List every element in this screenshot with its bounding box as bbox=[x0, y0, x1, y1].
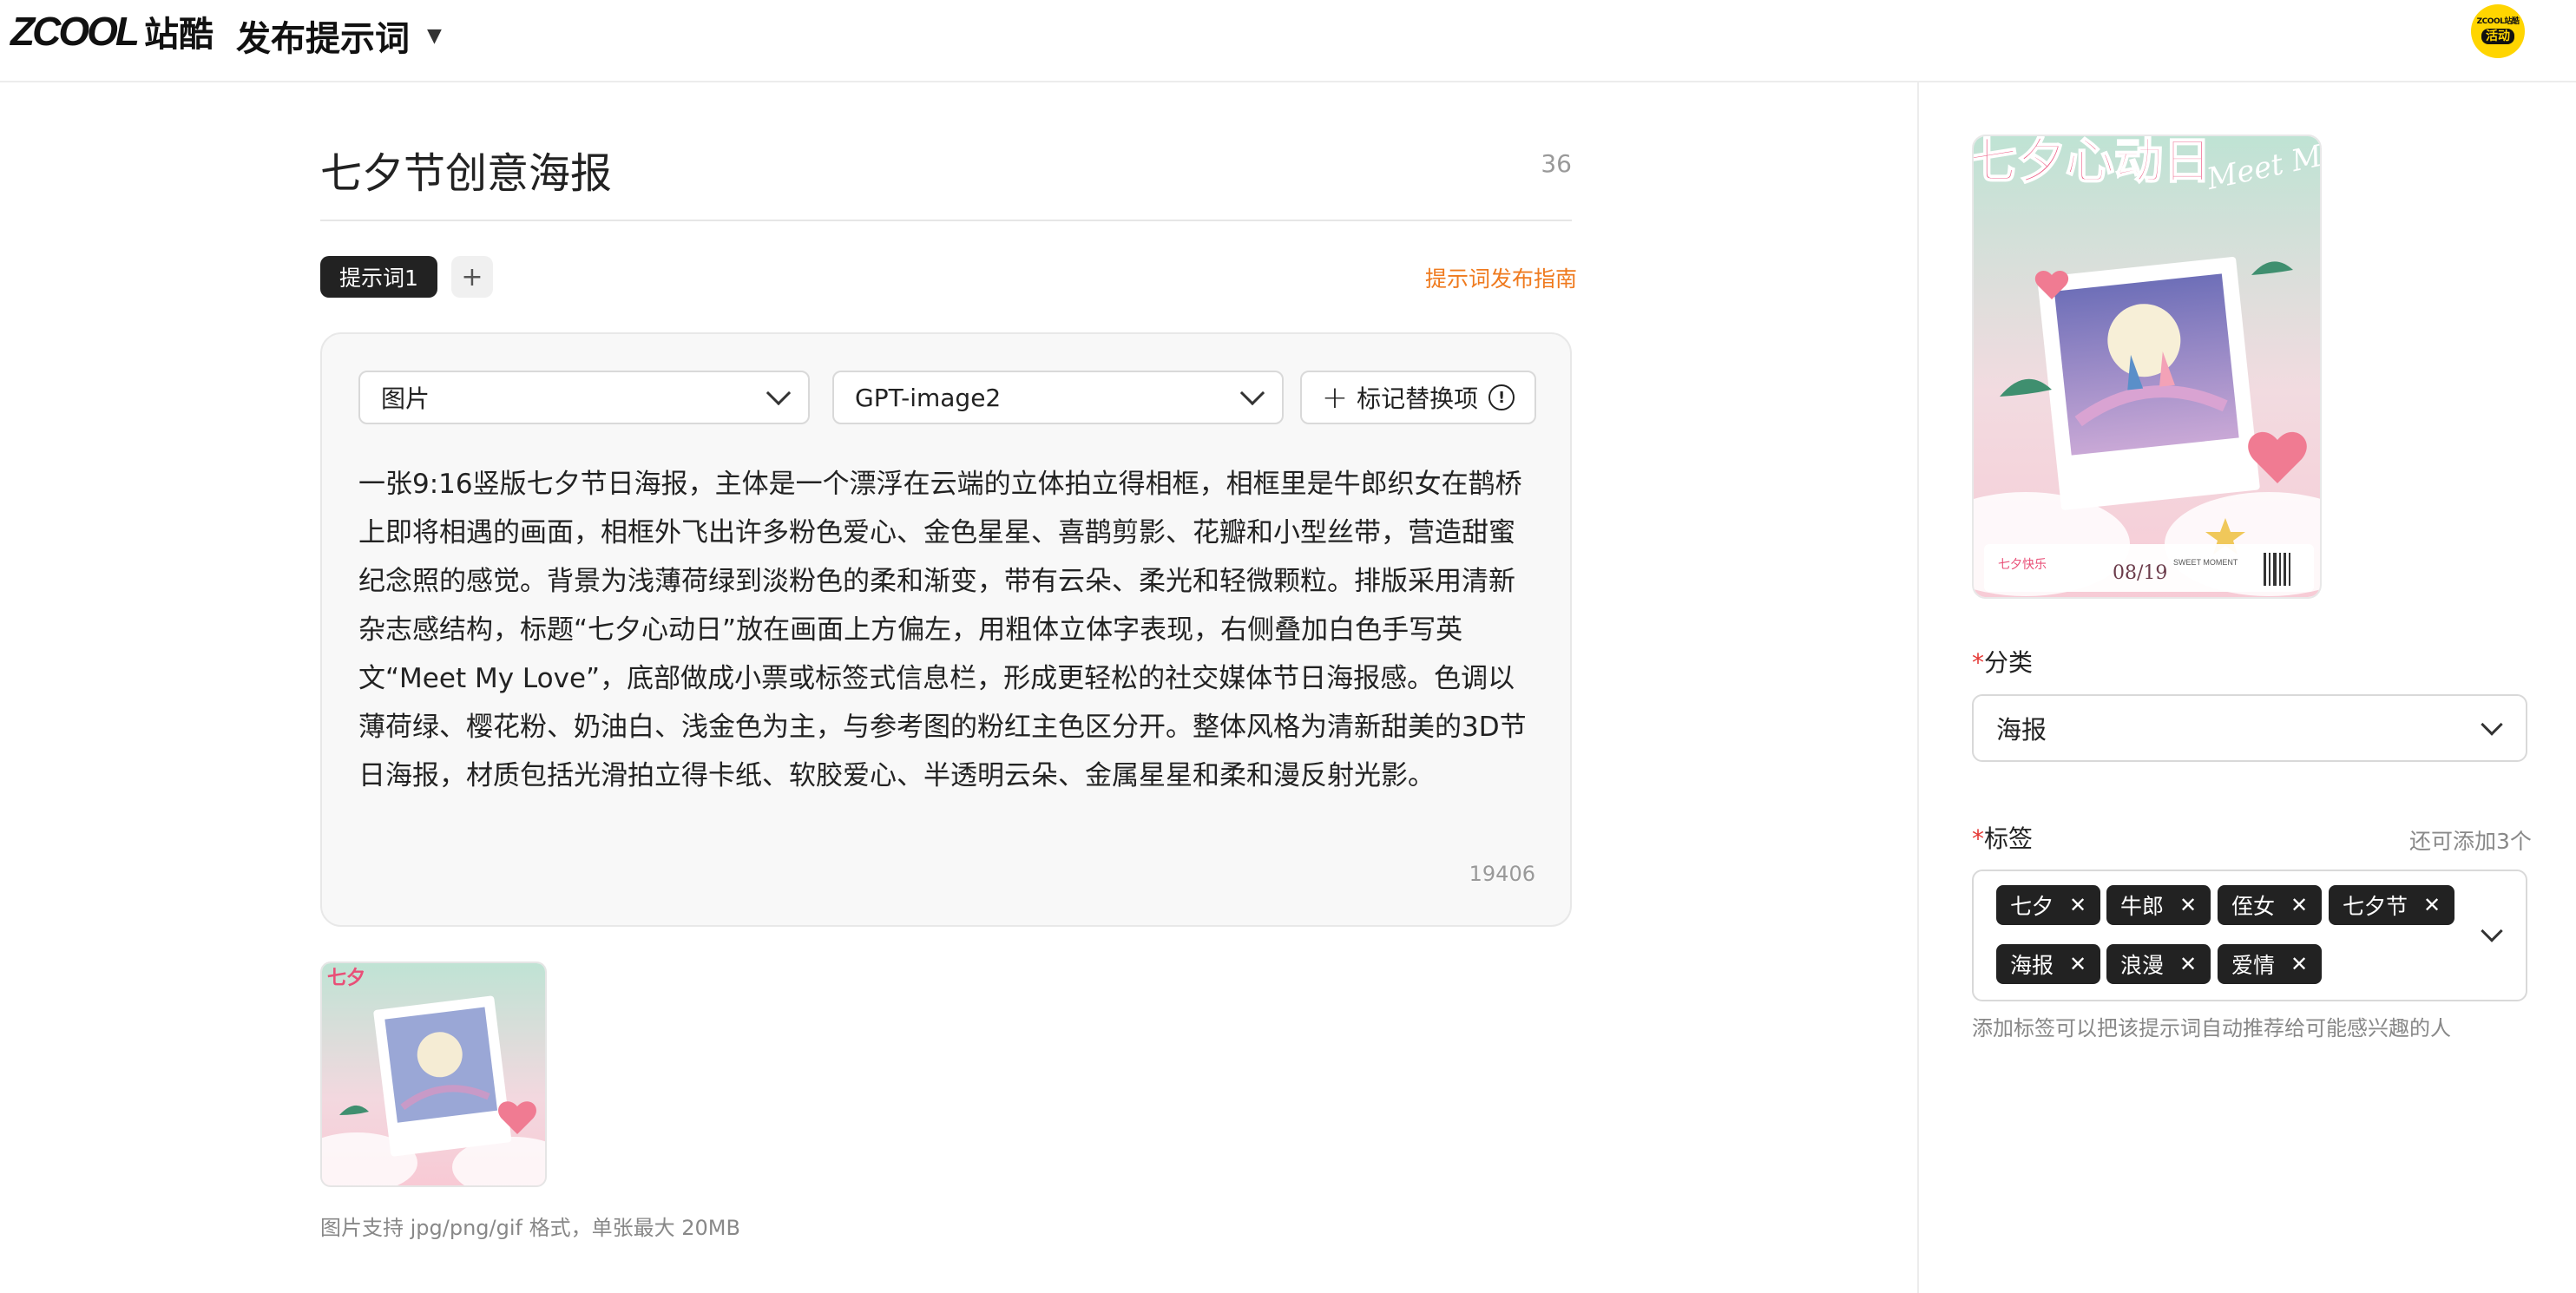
close-icon[interactable]: ✕ bbox=[2069, 893, 2086, 917]
category-value: 海报 bbox=[1996, 715, 2047, 745]
model-select[interactable]: GPT-image2 bbox=[832, 371, 1284, 424]
zcool-logo[interactable]: ZCOOL 站酷 bbox=[10, 7, 214, 56]
plus-icon: + bbox=[1321, 379, 1349, 416]
cover-ticket-right: SWEET MOMENT bbox=[2173, 558, 2238, 567]
logo-cn: 站酷 bbox=[143, 15, 214, 55]
cover-preview-image[interactable]: 七夕心动日 Meet My Love 七夕快乐 08/19 SWEET MOME… bbox=[1972, 135, 2322, 599]
upload-format-hint: 图片支持 jpg/png/gif 格式，单张最大 20MB bbox=[320, 1216, 740, 1240]
tags-input[interactable]: 七夕 ✕ 牛郎 ✕ 侄女 ✕ 七夕节 ✕ 海报 ✕ 浪漫 ✕ 爱情 ✕ bbox=[1972, 870, 2527, 1001]
category-label: *分类 bbox=[1972, 648, 2034, 677]
user-avatar[interactable]: ZCOOL站酷 活动 bbox=[2471, 4, 2525, 58]
close-icon[interactable]: ✕ bbox=[2179, 893, 2197, 917]
svg-text:七夕: 七夕 bbox=[327, 967, 365, 988]
tag-chip: 爱情 ✕ bbox=[2218, 944, 2323, 984]
prompt-editor: 图片 GPT-image2 + 标记替换项 ! 一张9:16竖版七夕节日海报，主… bbox=[320, 332, 1572, 927]
close-icon[interactable]: ✕ bbox=[2290, 952, 2308, 976]
cover-title-cn: 七夕心动日 bbox=[1974, 136, 2211, 188]
poster-cover-image: 七夕心动日 Meet My Love 七夕快乐 08/19 SWEET MOME… bbox=[1974, 136, 2320, 597]
prompt-textarea[interactable]: 一张9:16竖版七夕节日海报，主体是一个漂浮在云端的立体拍立得相框，相框里是牛郎… bbox=[358, 460, 1539, 800]
uploaded-image-thumbnail[interactable]: 七夕 bbox=[320, 962, 547, 1187]
chevron-down-icon bbox=[2481, 713, 2503, 736]
close-icon[interactable]: ✕ bbox=[2179, 952, 2197, 976]
type-select[interactable]: 图片 bbox=[358, 371, 810, 424]
tab-prompt-1[interactable]: 提示词1 bbox=[320, 256, 437, 298]
page-title-dropdown[interactable]: 发布提示词 ▼ bbox=[236, 10, 442, 61]
prompt-tabs: 提示词1 + bbox=[320, 256, 493, 298]
model-select-value: GPT-image2 bbox=[855, 383, 1002, 412]
tag-chip: 牛郎 ✕ bbox=[2106, 885, 2211, 925]
mark-replace-button[interactable]: + 标记替换项 ! bbox=[1300, 371, 1536, 424]
cover-ticket-left: 七夕快乐 bbox=[1998, 557, 2047, 571]
column-divider bbox=[1917, 82, 1919, 1293]
cover-ticket-date: 08/19 bbox=[2113, 562, 2167, 584]
category-select[interactable]: 海报 bbox=[1972, 694, 2527, 762]
page-title: 发布提示词 bbox=[236, 19, 410, 59]
caret-down-icon: ▼ bbox=[427, 24, 442, 47]
chevron-down-icon[interactable] bbox=[2481, 920, 2503, 942]
avatar-brand: ZCOOL站酷 bbox=[2476, 17, 2520, 26]
tag-chip: 七夕节 ✕ bbox=[2329, 885, 2455, 925]
mark-replace-label: 标记替换项 bbox=[1357, 384, 1479, 413]
info-icon[interactable]: ! bbox=[1488, 384, 1515, 410]
tags-hint: 添加标签可以把该提示词自动推荐给可能感兴趣的人 bbox=[1972, 1016, 2451, 1040]
poster-thumbnail-image: 七夕 bbox=[322, 963, 545, 1185]
tag-chip: 七夕 ✕ bbox=[1996, 885, 2101, 925]
avatar-badge: 活动 bbox=[2481, 29, 2514, 44]
type-select-value: 图片 bbox=[381, 384, 430, 413]
title-char-count: 36 bbox=[1541, 149, 1572, 178]
top-navbar: ZCOOL 站酷 发布提示词 ▼ ZCOOL站酷 活动 bbox=[0, 0, 2576, 82]
title-field[interactable]: 七夕节创意海报 36 bbox=[320, 130, 1572, 221]
prompt-char-count: 19406 bbox=[1469, 862, 1535, 886]
tag-chip: 海报 ✕ bbox=[1996, 944, 2101, 984]
publish-guide-link[interactable]: 提示词发布指南 bbox=[1425, 262, 1577, 293]
tag-chip: 浪漫 ✕ bbox=[2106, 944, 2211, 984]
tags-label: *标签 bbox=[1972, 824, 2034, 853]
add-tab-button[interactable]: + bbox=[450, 256, 493, 298]
tags-remaining: 还可添加3个 bbox=[2409, 829, 2532, 854]
close-icon[interactable]: ✕ bbox=[2423, 893, 2441, 917]
tag-chip: 侄女 ✕ bbox=[2218, 885, 2323, 925]
logo-latin: ZCOOL bbox=[10, 9, 140, 54]
close-icon[interactable]: ✕ bbox=[2069, 952, 2086, 976]
close-icon[interactable]: ✕ bbox=[2290, 893, 2308, 917]
title-input[interactable]: 七夕节创意海报 bbox=[320, 139, 612, 200]
chevron-down-icon bbox=[766, 380, 792, 406]
chevron-down-icon bbox=[1239, 380, 1265, 406]
